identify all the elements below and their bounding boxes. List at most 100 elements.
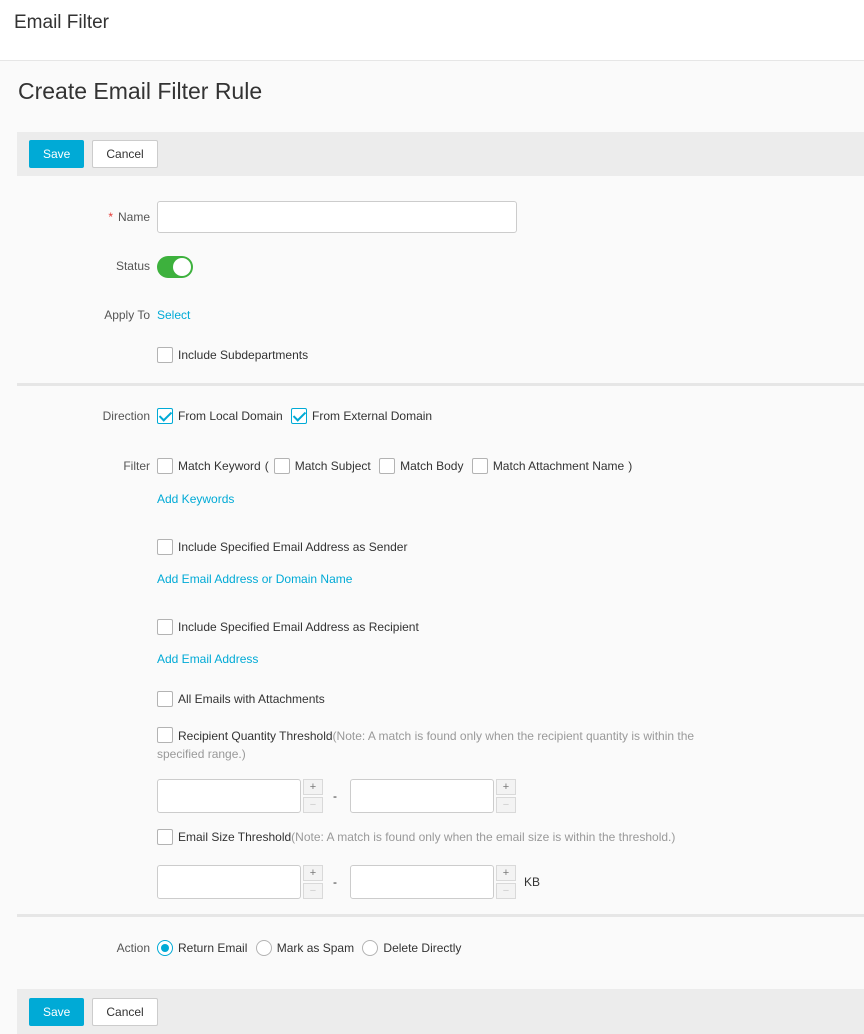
cancel-button[interactable]: Cancel [92, 140, 158, 168]
all-attachments-checkbox[interactable]: All Emails with Attachments [157, 691, 325, 707]
return-email-radio[interactable]: Return Email [157, 940, 247, 956]
paren-close: ) [628, 459, 633, 473]
match-keyword-checkbox[interactable]: Match Keyword [157, 458, 261, 474]
checkbox-box[interactable] [379, 458, 396, 474]
stepper-buttons: + − [496, 779, 516, 813]
radio-circle[interactable] [255, 940, 272, 956]
direction-options: From Local Domain From External Domain [157, 408, 437, 424]
checkbox-label: Match Attachment Name [492, 459, 625, 473]
name-label: * Name [108, 210, 150, 224]
decrement-button[interactable]: − [496, 797, 516, 813]
radio-label: Return Email [178, 941, 248, 955]
checkbox-label: All Emails with Attachments [178, 692, 325, 706]
checkbox-label: Match Keyword [178, 459, 261, 473]
checkbox-label: From Local Domain [178, 409, 283, 423]
size-min-stepper[interactable]: + − [157, 865, 323, 899]
size-max-stepper[interactable]: + − [350, 865, 516, 899]
recipient-min-input[interactable] [157, 779, 301, 813]
checkbox-box[interactable] [157, 691, 173, 707]
radio-label: Delete Directly [383, 941, 462, 955]
increment-button[interactable]: + [496, 779, 516, 795]
status-row: Status [0, 256, 864, 278]
save-button[interactable]: Save [29, 140, 85, 168]
checkbox-label: From External Domain [312, 409, 433, 423]
radio-circle[interactable] [157, 940, 173, 956]
range-dash: - [333, 789, 337, 803]
recipient-threshold-checkbox[interactable] [157, 727, 173, 743]
name-input[interactable] [157, 201, 517, 233]
include-sender-checkbox[interactable]: Include Specified Email Address as Sende… [157, 539, 407, 555]
save-button-bottom[interactable]: Save [29, 997, 85, 1026]
bottom-action-bar: Save Cancel [17, 989, 864, 1034]
increment-button[interactable]: + [303, 779, 323, 795]
section-divider [17, 914, 864, 917]
apply-to-label: Apply To [104, 308, 150, 322]
select-link[interactable]: Select [157, 308, 190, 322]
size-unit: KB [524, 875, 541, 889]
size-threshold-option: Email Size Threshold(Note: A match is fo… [157, 829, 675, 845]
include-subdepartments-checkbox[interactable]: Include Subdepartments [157, 347, 308, 363]
status-toggle[interactable] [157, 256, 193, 278]
checkbox-box[interactable] [471, 458, 488, 474]
increment-button[interactable]: + [303, 865, 323, 881]
checkbox-box[interactable] [157, 458, 173, 474]
size-max-input[interactable] [350, 865, 494, 899]
range-dash: - [333, 875, 337, 889]
top-header: Email Filter [0, 0, 864, 61]
recipient-min-stepper[interactable]: + − [157, 779, 323, 813]
app-title: Email Filter [14, 12, 110, 33]
checkbox-label: Match Subject [294, 459, 371, 473]
stepper-buttons: + − [496, 865, 516, 899]
size-min-input[interactable] [157, 865, 301, 899]
required-mark: * [108, 210, 113, 224]
mark-as-spam-radio[interactable]: Mark as Spam [255, 940, 355, 956]
direction-label: Direction [102, 409, 150, 423]
checkbox-box[interactable] [157, 539, 173, 555]
radio-circle[interactable] [362, 940, 379, 956]
recipient-threshold-option: Recipient Quantity Threshold(Note: A mat… [157, 727, 702, 763]
checkbox-label: Recipient Quantity Threshold [178, 729, 333, 743]
size-threshold-checkbox[interactable] [157, 829, 173, 845]
checkbox-box[interactable] [157, 619, 173, 635]
section-divider [17, 383, 864, 386]
paren-open: ( [264, 459, 269, 473]
delete-directly-radio[interactable]: Delete Directly [362, 940, 461, 956]
add-recipient-link[interactable]: Add Email Address [157, 652, 258, 666]
checkbox-label: Include Specified Email Address as Recip… [178, 620, 419, 634]
add-sender-link[interactable]: Add Email Address or Domain Name [157, 572, 352, 586]
stepper-buttons: + − [303, 779, 323, 813]
top-action-bar: Save Cancel [17, 132, 864, 176]
recipient-max-stepper[interactable]: + − [350, 779, 516, 813]
checkbox-label: Match Body [400, 459, 464, 473]
checkbox-label: Include Specified Email Address as Sende… [178, 540, 408, 554]
increment-button[interactable]: + [496, 865, 516, 881]
filter-label: Filter [123, 459, 150, 473]
decrement-button[interactable]: − [496, 883, 516, 899]
size-threshold-note: (Note: A match is found only when the em… [291, 830, 676, 844]
status-label: Status [115, 259, 150, 273]
add-keywords-link[interactable]: Add Keywords [157, 492, 234, 506]
toggle-knob [173, 258, 191, 276]
decrement-button[interactable]: − [303, 797, 323, 813]
include-recipient-checkbox[interactable]: Include Specified Email Address as Recip… [157, 619, 419, 635]
cancel-button-bottom[interactable]: Cancel [92, 997, 158, 1026]
action-options: Return Email Mark as Spam Delete Directl… [157, 940, 466, 956]
filter-options: Match Keyword ( Match Subject Match Body… [157, 458, 637, 474]
checkbox-box[interactable] [291, 408, 308, 424]
checkbox-box[interactable] [273, 458, 290, 474]
from-external-domain-checkbox[interactable]: From External Domain [291, 408, 432, 424]
checkbox-box[interactable] [157, 347, 173, 363]
decrement-button[interactable]: − [303, 883, 323, 899]
radio-label: Mark as Spam [276, 941, 355, 955]
checkbox-label: Include Subdepartments [178, 348, 309, 362]
checkbox-label: Email Size Threshold(Note: A match is fo… [178, 830, 676, 844]
page-title: Create Email Filter Rule [18, 78, 263, 104]
action-label: Action [116, 941, 150, 955]
match-body-checkbox[interactable]: Match Body [379, 458, 463, 474]
checkbox-box[interactable] [157, 408, 173, 424]
from-local-domain-checkbox[interactable]: From Local Domain [157, 408, 283, 424]
recipient-max-input[interactable] [350, 779, 494, 813]
match-attachment-name-checkbox[interactable]: Match Attachment Name [471, 458, 625, 474]
match-subject-checkbox[interactable]: Match Subject [273, 458, 371, 474]
stepper-buttons: + − [303, 865, 323, 899]
